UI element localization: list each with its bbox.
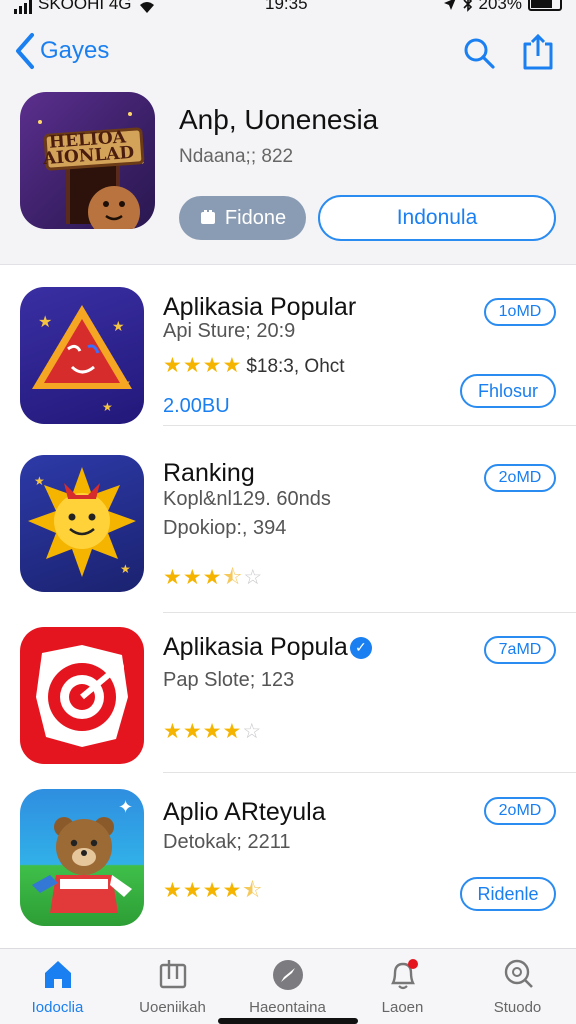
featured-icon-text: HELIOA AIONLAD <box>42 127 135 170</box>
app-subtitle: Detokak; 2211 <box>163 831 291 853</box>
carrier-text: SKOOHI 4G <box>38 0 132 13</box>
battery-icon <box>528 0 562 11</box>
rating-stars: ★★★★☆ <box>163 720 263 743</box>
rating-stars: ★★★★ $18:3, Ohct <box>163 354 345 377</box>
app-row[interactable]: Aplikasia Popula ✓ Pap Slote; 123 ★★★★☆ 7… <box>0 612 576 773</box>
size-badge: 2oMD <box>484 464 556 492</box>
tab-home[interactable]: Iodoclia <box>0 949 115 1024</box>
back-button[interactable]: Gayes <box>14 32 109 70</box>
svg-text:★: ★ <box>34 474 45 488</box>
app-name: Aplio ARteyula <box>163 798 326 826</box>
svg-text:★: ★ <box>102 400 113 414</box>
target-icon <box>36 645 128 747</box>
tab-notifications[interactable]: Laoen <box>345 949 460 1024</box>
tab-explore[interactable]: Haeontaina <box>230 949 345 1024</box>
tab-label: Laoen <box>381 999 424 1016</box>
app-subtitle: Kopl&nl129. 60nds <box>163 488 331 510</box>
svg-text:★: ★ <box>38 314 52 331</box>
app-icon-target[interactable] <box>20 627 144 764</box>
signal-icon <box>14 0 32 14</box>
rating-meta: $18:3, Ohct <box>246 356 345 377</box>
app-name-with-badge: Aplikasia Popula ✓ <box>163 633 372 662</box>
tab-apps[interactable]: Uoeniikah <box>115 949 230 1024</box>
rating-stars: ★★★⯪☆ <box>163 566 264 589</box>
home-indicator <box>218 1018 358 1024</box>
app-icon-sun[interactable]: ★ ★ <box>20 455 144 592</box>
app-name: Ranking <box>163 459 255 487</box>
verified-icon: ✓ <box>349 636 372 659</box>
wifi-icon <box>139 2 154 13</box>
app-subtitle: Api Sture; 20:9 <box>163 320 296 342</box>
sun-face-icon: ★★ <box>28 467 136 577</box>
indonula-button-label: Indonula <box>396 206 478 229</box>
header: Gayes HELIOA AIONLAD Anþ, Uonenesia Ndaa… <box>0 22 576 265</box>
svg-text:✦: ✦ <box>118 797 133 817</box>
app-price: 2.00BU <box>163 395 230 417</box>
app-icon-bear[interactable]: ✦ <box>20 789 144 926</box>
device-icon <box>200 210 215 224</box>
chevron-left-icon <box>16 33 34 69</box>
featured-app-icon[interactable]: HELIOA AIONLAD <box>20 92 155 229</box>
app-subtitle-2: Dpokiop:, 394 <box>163 517 287 539</box>
indonula-button[interactable]: Indonula <box>318 195 556 241</box>
app-icon-triangle[interactable]: ★★ ★★ <box>20 287 144 424</box>
size-badge: 1oMD <box>484 298 556 326</box>
triangle-face-icon: ★★ ★★ <box>32 305 132 414</box>
app-action-button[interactable]: Ridenle <box>460 877 556 911</box>
phone-button-label: Fidone <box>224 206 287 229</box>
app-row[interactable]: ★ ★ Ranking Kopl&nl129. 60nds Dpokiop:, 3… <box>0 439 576 613</box>
location-icon <box>443 0 455 10</box>
bear-icon: ✦ <box>32 797 133 913</box>
rating-stars: ★★★★⯪ <box>163 879 264 902</box>
phone-button[interactable]: Fidone <box>179 196 306 240</box>
row-divider <box>163 425 576 426</box>
featured-title: Anþ, Uonenesia <box>179 104 379 135</box>
share-icon[interactable] <box>520 32 556 72</box>
app-name: Aplikasia Popula <box>163 633 348 661</box>
app-subtitle: Pap Slote; 123 <box>163 669 295 691</box>
app-row[interactable]: ✦ Aplio ARteyula Detokak; 2211 ★★★★⯪ 2oM… <box>0 773 576 934</box>
size-badge: 2oMD <box>484 797 556 825</box>
compass-icon <box>272 960 303 990</box>
size-badge: 7aMD <box>484 636 556 664</box>
featured-subtitle: Ndaana;; 822 <box>179 146 294 167</box>
tab-label: Iodoclia <box>31 999 84 1016</box>
status-left: SKOOHI 4G <box>14 0 156 14</box>
status-bar: SKOOHI 4G 19:35 203% <box>0 0 576 22</box>
tab-search[interactable]: Stuodo <box>460 949 575 1024</box>
bell-icon <box>390 959 418 990</box>
app-action-button[interactable]: Fhlosur <box>460 374 556 408</box>
battery-percent: 203% <box>478 0 522 13</box>
bluetooth-icon <box>462 0 472 12</box>
status-time: 19:35 <box>265 0 308 13</box>
tab-bar: Iodoclia Uoeniikah Haeontaina Laoen Stuo… <box>0 948 576 1024</box>
search-icon[interactable] <box>462 36 496 70</box>
app-name: Aplikasia Popular <box>163 293 357 321</box>
status-right: 203% <box>443 0 562 14</box>
svg-text:★: ★ <box>120 562 131 576</box>
apps-icon <box>159 960 186 989</box>
tab-label: Stuodo <box>493 999 542 1016</box>
tab-label: Uoeniikah <box>139 999 206 1016</box>
tab-label: Haeontaina <box>249 999 326 1016</box>
search-icon <box>504 959 533 988</box>
back-label: Gayes <box>40 37 110 64</box>
svg-text:★: ★ <box>112 318 125 334</box>
app-row[interactable]: ★★ ★★ Aplikasia Popular Api Sture; 20:9 … <box>0 265 576 426</box>
home-icon <box>44 961 71 988</box>
